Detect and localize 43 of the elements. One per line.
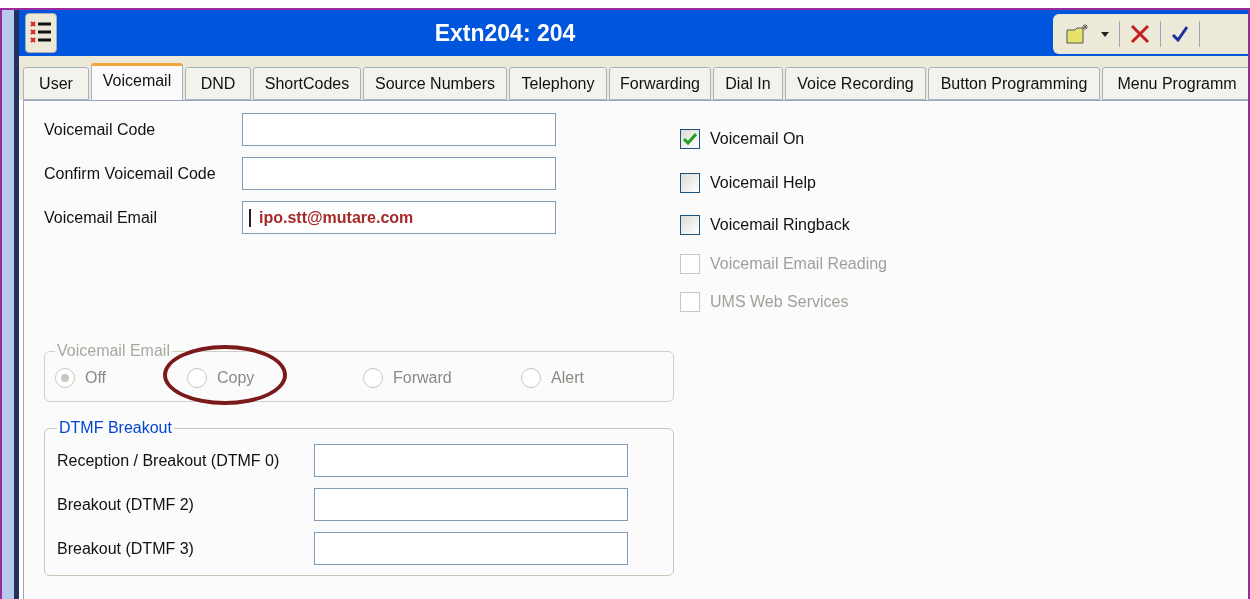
tab[interactable]: Forwarding (609, 67, 711, 100)
list-icon[interactable] (25, 13, 57, 53)
checkbox-label: Voicemail Help (710, 173, 816, 193)
field-label: Breakout (DTMF 2) (57, 494, 195, 515)
tab[interactable]: Menu Programm (1102, 67, 1248, 100)
checkbox[interactable] (680, 129, 700, 149)
checkbox[interactable] (680, 173, 700, 193)
checkbox-label: Voicemail Email Reading (710, 254, 887, 274)
checkbox-label: Voicemail Ringback (710, 215, 850, 235)
close-icon[interactable] (1130, 24, 1150, 44)
radio-label: Copy (217, 368, 255, 388)
tab[interactable]: Button Programming (928, 67, 1100, 100)
tab[interactable]: DND (185, 67, 251, 100)
tab[interactable]: Voice Recording (785, 67, 926, 100)
tab[interactable]: ShortCodes (253, 67, 361, 100)
window-title: Extn204: 204 (434, 18, 576, 48)
tab[interactable]: Telephony (509, 67, 607, 100)
text-field[interactable] (242, 157, 556, 190)
checkbox-label: Voicemail On (710, 129, 805, 149)
caret-icon[interactable] (1101, 31, 1109, 37)
tab[interactable]: Voicemail (91, 63, 183, 100)
tab[interactable]: Source Numbers (363, 67, 507, 100)
field-label: Breakout (DTMF 3) (57, 538, 195, 559)
tab[interactable]: User (23, 67, 89, 100)
text-field[interactable] (242, 113, 556, 146)
text-field[interactable] (314, 488, 628, 521)
radio-label: Alert (551, 368, 584, 388)
field-label: Reception / Breakout (DTMF 0) (57, 450, 281, 471)
checkbox-label: UMS Web Services (710, 292, 849, 312)
tab[interactable]: Dial In (713, 67, 783, 100)
text-field[interactable]: ipo.stt@mutare.com (242, 201, 556, 234)
text-field[interactable] (314, 532, 628, 565)
folder-icon[interactable] (1065, 23, 1091, 45)
checkmark-icon[interactable] (1171, 25, 1189, 43)
radio-label: Off (85, 368, 107, 388)
radio-label: Forward (393, 368, 452, 388)
text-field[interactable] (314, 444, 628, 477)
field-label: Confirm Voicemail Code (44, 163, 217, 184)
field-label: Voicemail Code (44, 119, 157, 140)
checkbox[interactable] (680, 215, 700, 235)
field-label: Voicemail Email (44, 207, 158, 228)
group-legend: DTMF Breakout (57, 416, 174, 440)
group-legend: Voicemail Email (55, 339, 172, 363)
